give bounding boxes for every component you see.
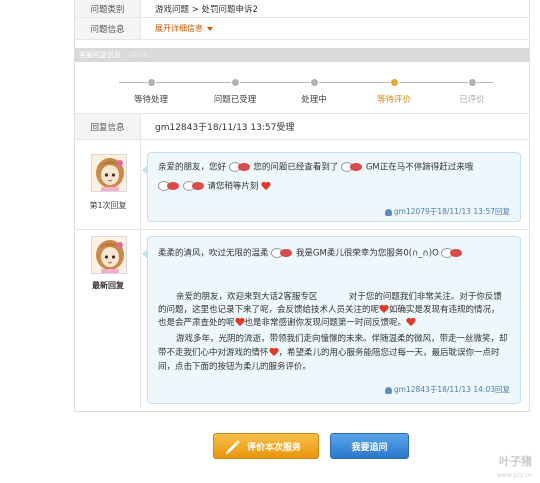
ticket-panel: 问题类别 游戏问题 > 处罚问题申诉2 问题信息 展开详细信息 客服回复信息 （… [74,0,530,412]
emoticon-icon [341,161,363,173]
heart-icon [379,305,389,314]
heart-icon [235,318,245,327]
pencil-icon [226,440,240,454]
step-dot-2 [231,78,240,87]
reply-text: 的问题，这里也记录下来了呢，会反馈给技术人员关注的呢 [158,305,380,315]
reply-text: GM正在马不停蹄得赶过来哦 [365,162,474,173]
emoticon-icon [271,247,293,259]
step-label-4: 等待评价 [376,95,411,105]
progress-steps: 等待处理 问题已受理 处理中 等待评价 已评价 [75,62,529,114]
reply-text: 亲爱的朋友，您好 [158,162,227,173]
step-dot-5 [468,78,477,87]
reply-count-label: 最新回复 [92,281,124,290]
reply-line-2: 请您稍等片刻 [158,180,510,194]
step-dot-4 [390,78,399,87]
watermark-url: www.yzz.cn [497,472,532,479]
reply-text: 也是会严肃查处的呢 [158,318,235,328]
avatar [91,154,127,192]
user-icon [384,208,392,216]
step-label-1: 等待处理 [133,95,168,105]
category-row: 问题类别 游戏问题 > 处罚问题申诉2 [75,0,529,18]
caret-down-icon [207,26,213,31]
avatar [91,236,127,274]
reply-text: 也是非常感谢你发现问题第一时间反馈呢。 [244,318,407,328]
reply-signature: gm12079于18/11/13 13:57回复 [384,205,510,218]
reply-text: 如确实是发现有违规的情况， [389,305,500,315]
reply-info-row: 回复信息 gm12843于18/11/13 13:57受理 [75,114,529,140]
step-label-2: 问题已受理 [213,95,257,105]
step-label-3: 处理中 [301,95,327,105]
reply-text: 对于您的问题我们非常关注。对于你反馈 [348,292,502,302]
reply-message-1: 第1次回复 亲爱的朋友，您好 您的问题已经查看到了 GM正在马不停蹄得赶过来哦 … [75,140,529,230]
user-icon [384,386,392,394]
section-title: 客服回复信息 [79,51,121,59]
reply-para-1c: 也是会严肃查处的呢 也是非常感谢你发现问题第一时间反馈呢。 [158,317,510,330]
reply-bubble: 亲爱的朋友，您好 您的问题已经查看到了 GM正在马不停蹄得赶过来哦 请您稍等片刻… [142,152,521,222]
emoticon-icon [158,180,180,192]
step-dot-1 [147,78,156,87]
reply-line-1: 亲爱的朋友，您好 您的问题已经查看到了 GM正在马不停蹄得赶过来哦 [158,161,510,175]
reply-count-label: 第1次回复 [89,201,127,210]
reply-line-1: 柔柔的清风，吹过无限的温柔 我是GM柔儿很荣幸为您服务0(∩_∩)O [158,247,510,261]
reply-para-2c: 间，点击下面的按钮为柔儿的服务评价。 [158,361,510,374]
step-label-5: 已评价 [459,95,485,105]
reply-text: 您的问题已经查看到了 [253,162,339,173]
heart-icon [406,318,416,327]
emoticon-icon [441,247,463,259]
heart-icon [269,348,279,357]
reply-text: 带不走我们心中对游戏的情怀 [158,348,269,358]
section-count: （共2条） [123,51,156,59]
section-header: 客服回复信息 （共2条） [75,48,529,62]
expand-details-label: 展开详细信息 [155,24,203,33]
reply-message-2: 最新回复 柔柔的清风，吹过无限的温柔 我是GM柔儿很荣幸为您服务0(∩_∩)O … [75,230,529,408]
progress-line [119,82,493,83]
heart-icon [261,182,271,191]
reply-text: 游戏多年，光阴的流逝，带领我们走向憧憬的未来。伴随温柔的微风，带走一丝微笑，却 [176,334,508,344]
reply-para-2b: 带不走我们心中对游戏的情怀 ，希望柔儿的用心服务能陪您过每一天，最后耽误你一点时 [158,347,510,360]
rate-service-button[interactable]: 评价本次服务 [213,433,319,459]
reply-para-1b: 的问题，这里也记录下来了呢，会反馈给技术人员关注的呢 如确实是发现有违规的情况， [158,304,510,317]
reply-text: 请您稍等片刻 [207,181,259,192]
reply-info-label: 回复信息 [75,114,141,139]
reply-para-2: 游戏多年，光阴的流逝，带领我们走向憧憬的未来。伴随温柔的微风，带走一丝微笑，却 [158,333,510,346]
problem-label: 问题信息 [75,18,141,39]
ask-followup-button[interactable]: 我要追问 [330,433,409,459]
reply-text: 我是GM柔儿很荣幸为您服务0(∩_∩)O [295,248,439,259]
reply-info-value: gm12843于18/11/13 13:57受理 [155,123,295,133]
emoticon-icon [228,161,251,173]
emoticon-icon [182,180,205,192]
reply-bubble: 柔柔的清风，吹过无限的温柔 我是GM柔儿很荣幸为您服务0(∩_∩)O 亲爱的朋友… [142,236,521,404]
expand-details-link[interactable]: 展开详细信息 [155,18,213,39]
reply-text: 亲爱的朋友，欢迎来到大话2客服专区 [176,292,318,302]
reply-text: 间，点击下面的按钮为柔儿的服务评价。 [158,362,312,372]
watermark-logo: 叶子猪 [499,455,532,468]
step-dot-3 [310,78,319,87]
reply-signature: gm12843于18/11/13 14:03回复 [384,383,510,396]
ask-followup-label: 我要追问 [351,442,388,453]
category-value: 游戏问题 > 处罚问题申诉2 [155,4,258,15]
reply-para-1: 亲爱的朋友，欢迎来到大话2客服专区 对于您的问题我们非常关注。对于你反馈 [158,291,510,304]
problem-row: 问题信息 展开详细信息 [75,18,529,40]
reply-side: 最新回复 [75,230,141,408]
category-label: 问题类别 [75,0,141,17]
reply-text: 柔柔的清风，吹过无限的温柔 [158,248,269,259]
reply-text: ，希望柔儿的用心服务能陪您过每一天，最后耽误你一点时 [278,348,500,358]
reply-side: 第1次回复 [75,140,141,229]
